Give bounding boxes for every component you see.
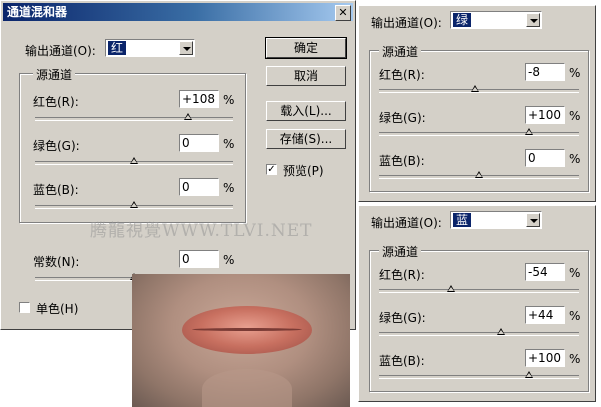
preview-checkbox[interactable]: ✓ bbox=[266, 164, 277, 175]
green-channel-panel: 输出通道(O): 绿 源通道 红色(R): -8 % 绿色(G): +100 %… bbox=[358, 5, 596, 202]
blue-panel-green-input[interactable]: +44 bbox=[525, 306, 565, 324]
red-slider-track[interactable] bbox=[35, 117, 233, 121]
monochrome-label[interactable]: 单色(H) bbox=[36, 300, 78, 317]
blue-panel-red-label: 红色(R): bbox=[379, 268, 425, 282]
blue-panel-green-label: 绿色(G): bbox=[379, 311, 426, 325]
green-output-label: 输出通道(O): bbox=[371, 16, 442, 30]
green-slider-thumb[interactable] bbox=[130, 157, 138, 164]
green-panel-blue-label: 蓝色(B): bbox=[379, 154, 425, 168]
blue-output-label: 输出通道(O): bbox=[371, 216, 442, 230]
output-channel-label: 输出通道(O): bbox=[25, 44, 96, 58]
red-input[interactable]: +108 bbox=[179, 90, 219, 108]
close-icon[interactable]: ✕ bbox=[335, 5, 351, 21]
red-percent: % bbox=[223, 93, 235, 107]
red-slider-thumb[interactable] bbox=[184, 113, 192, 120]
green-percent: % bbox=[223, 137, 235, 151]
green-output-value: 绿 bbox=[453, 13, 472, 27]
green-panel-red-track[interactable] bbox=[379, 89, 579, 93]
green-panel-red-percent: % bbox=[569, 66, 581, 80]
blue-panel-red-track[interactable] bbox=[379, 289, 579, 293]
monochrome-checkbox[interactable] bbox=[19, 302, 30, 313]
constant-percent: % bbox=[223, 253, 235, 267]
blue-panel-blue-label: 蓝色(B): bbox=[379, 354, 425, 368]
chevron-down-icon[interactable] bbox=[526, 213, 540, 227]
blue-panel-blue-track[interactable] bbox=[379, 375, 579, 379]
blue-output-value: 蓝 bbox=[453, 213, 472, 227]
green-panel-green-thumb[interactable] bbox=[525, 128, 533, 135]
blue-panel-blue-percent: % bbox=[569, 352, 581, 366]
green-panel-red-input[interactable]: -8 bbox=[525, 63, 565, 81]
green-panel-green-input[interactable]: +100 bbox=[525, 106, 565, 124]
blue-panel-red-input[interactable]: -54 bbox=[525, 263, 565, 281]
constant-label: 常数(N): bbox=[33, 255, 80, 269]
cancel-button[interactable]: 取消 bbox=[266, 66, 346, 86]
save-button[interactable]: 存储(S)... bbox=[266, 129, 346, 149]
green-panel-blue-input[interactable]: 0 bbox=[525, 149, 565, 167]
red-label: 红色(R): bbox=[33, 95, 79, 109]
blue-panel-red-thumb[interactable] bbox=[447, 285, 455, 292]
green-panel-green-track[interactable] bbox=[379, 132, 579, 136]
load-button[interactable]: 载入(L)... bbox=[266, 101, 346, 121]
green-panel-green-label: 绿色(G): bbox=[379, 111, 426, 125]
blue-panel-green-track[interactable] bbox=[379, 332, 579, 336]
blue-panel-red-percent: % bbox=[569, 266, 581, 280]
blue-panel-blue-input[interactable]: +100 bbox=[525, 349, 565, 367]
blue-panel-green-thumb[interactable] bbox=[497, 328, 505, 335]
watermark-text: 腾龍視覺WWW.TLVI.NET bbox=[90, 221, 313, 241]
ok-button[interactable]: 确定 bbox=[265, 37, 347, 59]
blue-channel-panel: 输出通道(O): 蓝 源通道 红色(R): -54 % 绿色(G): +44 %… bbox=[358, 205, 596, 402]
dialog-title: 通道混和器 bbox=[7, 5, 68, 19]
photo-lip-line bbox=[192, 328, 302, 331]
chevron-down-icon[interactable] bbox=[179, 41, 193, 55]
title-bar: 通道混和器 ✕ bbox=[3, 3, 353, 21]
green-panel-blue-percent: % bbox=[569, 152, 581, 166]
green-panel-red-label: 红色(R): bbox=[379, 68, 425, 82]
output-channel-value: 红 bbox=[108, 41, 127, 55]
green-source-label: 源通道 bbox=[379, 43, 422, 60]
source-channels-label: 源通道 bbox=[33, 66, 76, 83]
green-panel-blue-thumb[interactable] bbox=[475, 171, 483, 178]
preview-photo bbox=[132, 274, 350, 407]
constant-input[interactable]: 0 bbox=[179, 250, 219, 268]
green-output-select[interactable]: 绿 bbox=[450, 11, 542, 29]
green-label: 绿色(G): bbox=[33, 139, 80, 153]
blue-label: 蓝色(B): bbox=[33, 183, 79, 197]
green-panel-green-percent: % bbox=[569, 109, 581, 123]
blue-output-select[interactable]: 蓝 bbox=[450, 211, 542, 229]
photo-chin bbox=[202, 369, 292, 407]
blue-percent: % bbox=[223, 181, 235, 195]
blue-source-label: 源通道 bbox=[379, 243, 422, 260]
output-channel-select[interactable]: 红 bbox=[105, 39, 195, 57]
chevron-down-icon[interactable] bbox=[526, 13, 540, 27]
green-input[interactable]: 0 bbox=[179, 134, 219, 152]
green-panel-red-thumb[interactable] bbox=[471, 85, 479, 92]
blue-input[interactable]: 0 bbox=[179, 178, 219, 196]
blue-panel-blue-thumb[interactable] bbox=[525, 371, 533, 378]
blue-slider-thumb[interactable] bbox=[130, 201, 138, 208]
blue-panel-green-percent: % bbox=[569, 309, 581, 323]
preview-label[interactable]: 预览(P) bbox=[283, 162, 324, 179]
